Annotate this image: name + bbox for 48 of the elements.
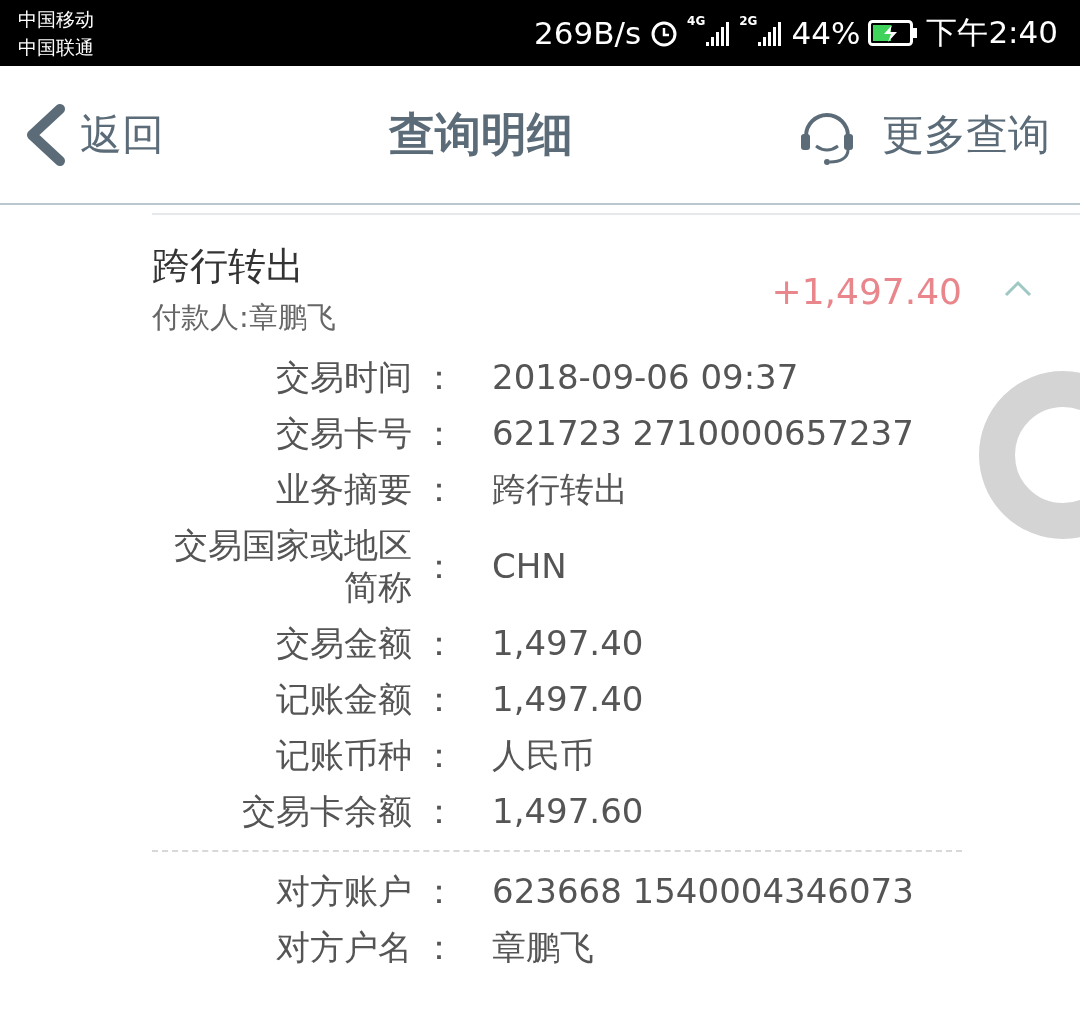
detail-label: 记账金额 xyxy=(275,678,412,720)
transaction-title: 跨行转出 xyxy=(152,243,305,290)
page-title: 查询明细 xyxy=(389,105,573,163)
label-colon: ： xyxy=(421,356,457,398)
detail-label: 交易时间 xyxy=(275,356,412,398)
more-query-button[interactable]: 更多查询 xyxy=(798,103,1050,166)
detail-label: 交易金额 xyxy=(275,622,412,664)
network-speed: 269B/s xyxy=(534,15,642,51)
label-colon: ： xyxy=(421,870,457,912)
carrier-name: 中国联通 xyxy=(18,35,94,60)
detail-label: 交易卡余额 xyxy=(241,790,412,832)
detail-value: 2018-09-06 09:37 xyxy=(492,356,800,398)
detail-value: 1,497.60 xyxy=(492,790,645,832)
label-colon: ： xyxy=(421,678,457,720)
detail-value: 人民币 xyxy=(492,734,595,776)
network-type: 4G xyxy=(687,14,706,28)
detail-label: 记账币种 xyxy=(275,734,412,776)
floating-ring-icon[interactable] xyxy=(978,370,1080,540)
chevron-up-icon[interactable] xyxy=(1003,278,1033,298)
battery-charging-icon xyxy=(868,20,919,46)
detail-label: 交易国家或地区简称 xyxy=(173,524,412,608)
detail-value: 1,497.40 xyxy=(492,678,645,720)
detail-label: 交易卡号 xyxy=(275,412,412,454)
label-colon: ： xyxy=(421,468,457,510)
label-colon: ： xyxy=(421,790,457,832)
detail-label: 对方账户 xyxy=(275,870,412,912)
label-colon: ： xyxy=(421,412,457,454)
detail-label: 对方户名 xyxy=(275,926,412,968)
detail-value: CHN xyxy=(492,545,568,587)
back-button[interactable]: 返回 xyxy=(22,102,164,167)
battery-percent: 44% xyxy=(791,15,861,51)
payer-name: 付款人:章鹏飞 xyxy=(152,299,337,336)
detail-value: 621723 2710000657237 xyxy=(492,412,915,454)
carrier-name: 中国移动 xyxy=(18,7,94,32)
network-type: 2G xyxy=(739,14,758,28)
detail-label: 业务摘要 xyxy=(275,468,412,510)
transaction-amount: +1,497.40 xyxy=(771,271,962,312)
detail-value: 跨行转出 xyxy=(492,468,629,510)
signal-icon xyxy=(705,20,732,46)
detail-value: 623668 1540004346073 xyxy=(492,870,915,912)
label-colon: ： xyxy=(421,545,457,587)
detail-value: 章鹏飞 xyxy=(492,926,595,968)
signal-icon xyxy=(757,20,784,46)
detail-value: 1,497.40 xyxy=(492,622,645,664)
label-colon: ： xyxy=(421,734,457,776)
label-colon: ： xyxy=(421,622,457,664)
label-colon: ： xyxy=(421,926,457,968)
clock-time: 下午2:40 xyxy=(926,13,1058,52)
